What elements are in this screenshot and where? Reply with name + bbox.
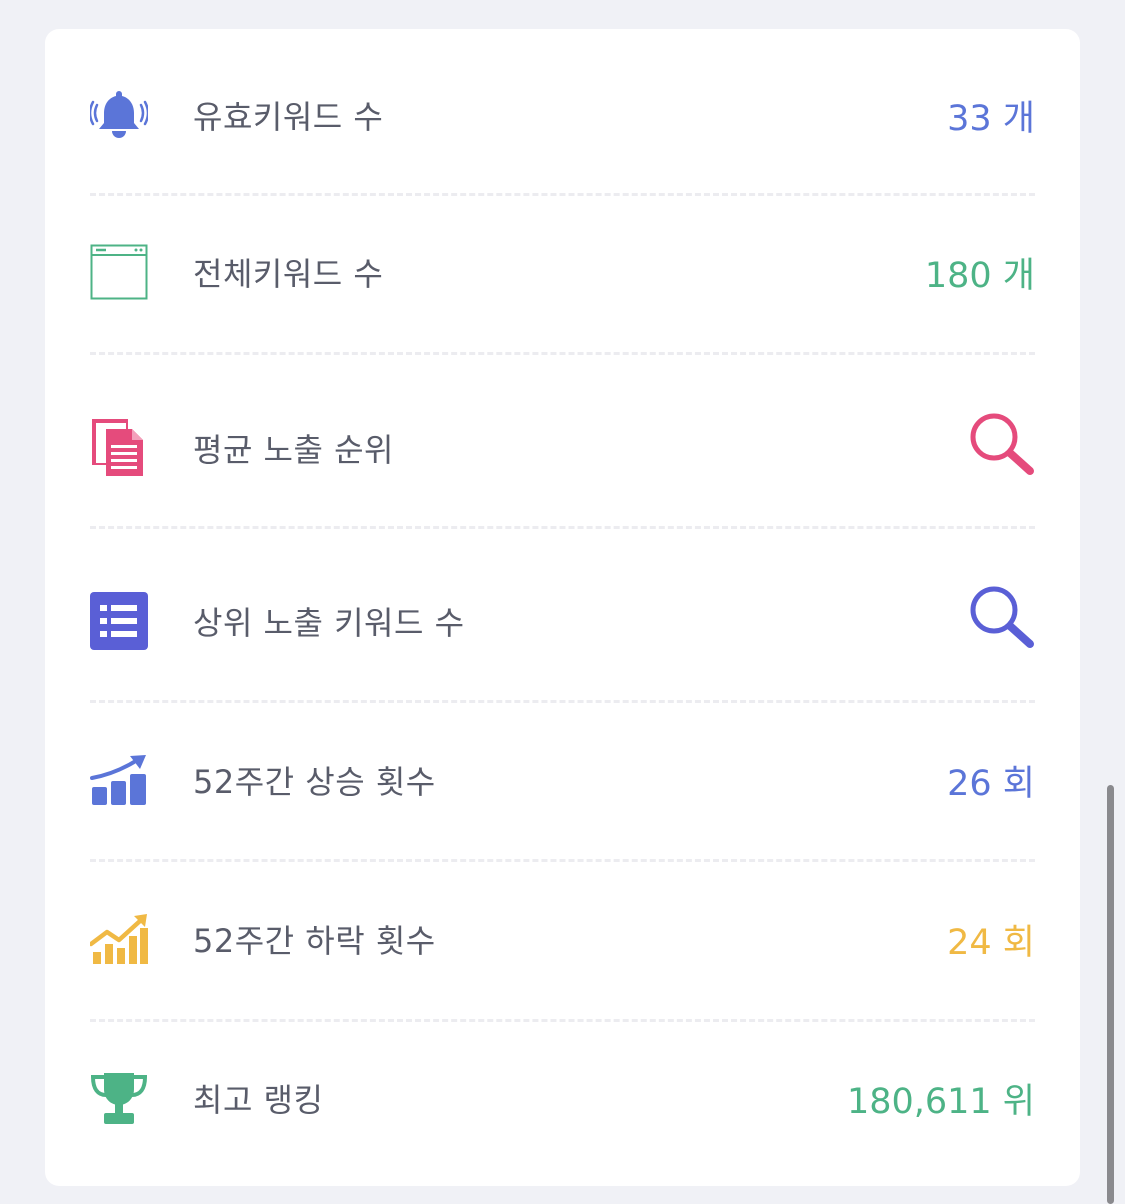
stat-label: 52주간 하락 횟수	[193, 922, 436, 960]
stat-value: 33 개	[947, 98, 1035, 139]
divider	[90, 193, 1035, 196]
stat-row-rise-count: 52주간 상승 횟수 26 회	[90, 751, 1035, 809]
stat-label: 전체키워드 수	[193, 255, 384, 293]
stat-row-top-keywords: 상위 노출 키워드 수	[90, 583, 1035, 658]
chart-rising-icon	[90, 751, 148, 809]
stats-card: 유효키워드 수 33 개 전체키워드 수 180 개 평균 노출 순위 상위 노…	[45, 29, 1080, 1186]
stat-label: 최고 랭킹	[193, 1081, 324, 1119]
stat-value: 24 회	[947, 922, 1035, 963]
stat-row-total-keywords: 전체키워드 수 180 개	[90, 243, 1035, 301]
stat-value: 180,611 위	[846, 1081, 1035, 1122]
divider	[90, 700, 1035, 703]
divider	[90, 859, 1035, 862]
bell-icon	[90, 86, 148, 144]
stat-label: 유효키워드 수	[193, 98, 384, 136]
list-icon	[90, 591, 148, 650]
stat-value: 26 회	[947, 763, 1035, 804]
stat-row-valid-keywords: 유효키워드 수 33 개	[90, 86, 1035, 144]
divider	[90, 1019, 1035, 1022]
stat-label: 평균 노출 순위	[193, 430, 394, 469]
stat-label: 상위 노출 키워드 수	[193, 603, 465, 642]
stat-row-best-ranking: 최고 랭킹 180,611 위	[90, 1069, 1035, 1127]
divider	[90, 352, 1035, 355]
scrollbar[interactable]	[1107, 785, 1114, 1204]
stat-label: 52주간 상승 횟수	[193, 763, 436, 801]
search-icon[interactable]	[967, 583, 1035, 658]
stat-value: 180 개	[924, 255, 1035, 296]
browser-window-icon	[90, 243, 148, 301]
stat-row-fall-count: 52주간 하락 횟수 24 회	[90, 910, 1035, 968]
trophy-icon	[90, 1069, 148, 1127]
chart-rising-icon	[90, 910, 148, 968]
search-icon[interactable]	[967, 410, 1035, 485]
stat-row-average-rank: 평균 노출 순위	[90, 410, 1035, 485]
divider	[90, 526, 1035, 529]
documents-icon	[90, 418, 148, 477]
